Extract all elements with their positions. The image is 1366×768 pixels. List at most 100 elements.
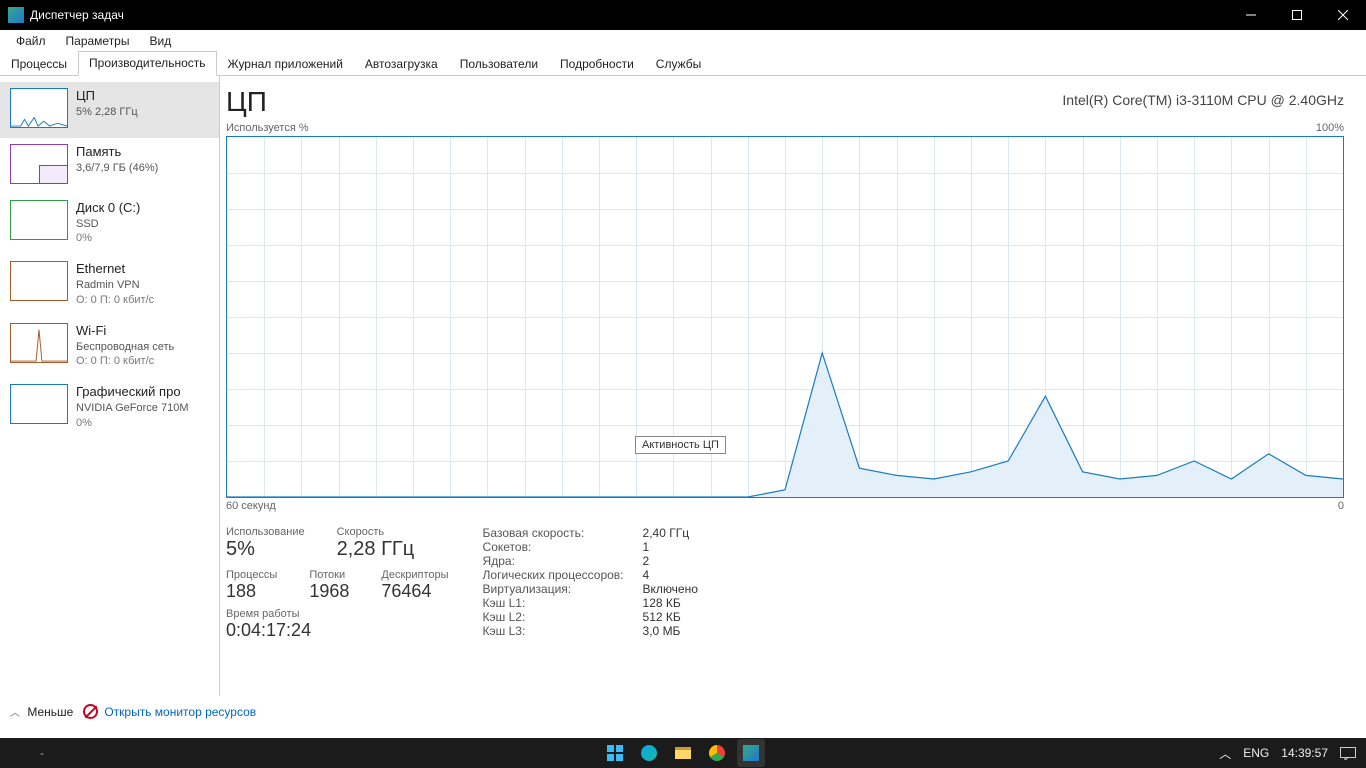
virtualization-value: Включено bbox=[643, 582, 698, 596]
sockets-label: Сокетов: bbox=[483, 540, 643, 554]
usage-value: 5% bbox=[226, 538, 305, 561]
sidebar-item-ethernet[interactable]: Ethernet Radmin VPN О: 0 П: 0 кбит/с bbox=[0, 255, 219, 316]
ethernet-thumb bbox=[10, 261, 68, 301]
sidebar-wifi-sub2: О: 0 П: 0 кбит/с bbox=[76, 354, 174, 368]
tab-users[interactable]: Пользователи bbox=[449, 52, 549, 76]
gpu-thumb bbox=[10, 384, 68, 424]
tray-chevron-icon[interactable]: ︿ bbox=[1219, 745, 1231, 762]
virtualization-label: Виртуализация: bbox=[483, 582, 643, 596]
uptime-value: 0:04:17:24 bbox=[226, 620, 449, 641]
fewer-details-label: Меньше bbox=[27, 705, 73, 719]
taskbar-left: - bbox=[40, 746, 44, 760]
close-button[interactable] bbox=[1320, 0, 1366, 30]
chart-bottom-right-label: 0 bbox=[1338, 500, 1344, 512]
menu-view[interactable]: Вид bbox=[139, 31, 181, 51]
tabsbar: Процессы Производительность Журнал прило… bbox=[0, 52, 1366, 76]
cpu-details: Базовая скорость:2,40 ГГц Сокетов:1 Ядра… bbox=[483, 526, 698, 641]
logical-processors-value: 4 bbox=[643, 568, 650, 582]
sidebar-item-cpu[interactable]: ЦП 5% 2,28 ГГц bbox=[0, 82, 219, 138]
close-icon bbox=[1338, 10, 1348, 20]
cpu-thumb bbox=[10, 88, 68, 128]
taskbar: - ︿ ENG 14:39:57 bbox=[0, 738, 1366, 768]
sidebar-disk-sub: SSD bbox=[76, 217, 140, 231]
sidebar-gpu-label: Графический про bbox=[76, 384, 189, 401]
sidebar-gpu-sub2: 0% bbox=[76, 416, 189, 430]
taskbar-edge[interactable] bbox=[635, 739, 663, 767]
sidebar-item-disk[interactable]: Диск 0 (C:) SSD 0% bbox=[0, 194, 219, 255]
logical-processors-label: Логических процессоров: bbox=[483, 568, 643, 582]
speed-value: 2,28 ГГц bbox=[337, 538, 415, 561]
tab-apphistory[interactable]: Журнал приложений bbox=[217, 52, 354, 76]
menu-options[interactable]: Параметры bbox=[56, 31, 140, 51]
cpu-chart[interactable] bbox=[226, 136, 1344, 498]
sidebar-item-memory[interactable]: Память 3,6/7,9 ГБ (46%) bbox=[0, 138, 219, 194]
page-title: ЦП bbox=[226, 86, 267, 118]
l3-value: 3,0 МБ bbox=[643, 624, 681, 638]
threads-value: 1968 bbox=[309, 581, 349, 602]
sidebar-disk-label: Диск 0 (C:) bbox=[76, 200, 140, 217]
windows-icon bbox=[607, 745, 623, 761]
processes-value: 188 bbox=[226, 581, 277, 602]
app-icon bbox=[8, 7, 24, 23]
notifications-icon[interactable] bbox=[1340, 747, 1356, 760]
chevron-up-icon: ︿ bbox=[10, 708, 20, 719]
sidebar-memory-label: Память bbox=[76, 144, 158, 161]
sidebar-disk-sub2: 0% bbox=[76, 231, 140, 245]
window-title: Диспетчер задач bbox=[30, 8, 124, 22]
l2-value: 512 КБ bbox=[643, 610, 681, 624]
sidebar-item-gpu[interactable]: Графический про NVIDIA GeForce 710M 0% bbox=[0, 378, 219, 439]
maximize-icon bbox=[1292, 10, 1302, 20]
sidebar-ethernet-sub2: О: 0 П: 0 кбит/с bbox=[76, 293, 154, 307]
tab-startup[interactable]: Автозагрузка bbox=[354, 52, 449, 76]
minimize-icon bbox=[1246, 10, 1256, 20]
chart-top-right-label: 100% bbox=[1316, 122, 1344, 134]
disk-thumb bbox=[10, 200, 68, 240]
handles-value: 76464 bbox=[381, 581, 448, 602]
sidebar-ethernet-sub: Radmin VPN bbox=[76, 278, 154, 292]
resmon-icon bbox=[83, 704, 98, 719]
l1-label: Кэш L1: bbox=[483, 596, 643, 610]
main-panel: ЦП Intel(R) Core(TM) i3-3110M CPU @ 2.40… bbox=[220, 76, 1366, 696]
chart-tooltip: Активность ЦП bbox=[635, 436, 726, 454]
l1-value: 128 КБ bbox=[643, 596, 681, 610]
chrome-icon bbox=[709, 745, 725, 761]
clock[interactable]: 14:39:57 bbox=[1281, 746, 1328, 760]
menu-file[interactable]: Файл bbox=[6, 31, 56, 51]
l2-label: Кэш L2: bbox=[483, 610, 643, 624]
chart-bottom-left-label: 60 секунд bbox=[226, 500, 276, 512]
tab-processes[interactable]: Процессы bbox=[0, 52, 78, 76]
speed-label: Скорость bbox=[337, 526, 415, 538]
sidebar-gpu-sub: NVIDIA GeForce 710M bbox=[76, 401, 189, 415]
sidebar-item-wifi[interactable]: Wi-Fi Беспроводная сеть О: 0 П: 0 кбит/с bbox=[0, 317, 219, 378]
open-resmon-link[interactable]: Открыть монитор ресурсов bbox=[83, 704, 256, 719]
usage-label: Использование bbox=[226, 526, 305, 538]
l3-label: Кэш L3: bbox=[483, 624, 643, 638]
start-button[interactable] bbox=[601, 739, 629, 767]
open-resmon-label: Открыть монитор ресурсов bbox=[104, 705, 256, 719]
memory-thumb bbox=[10, 144, 68, 184]
taskmgr-icon bbox=[743, 745, 759, 761]
tab-performance[interactable]: Производительность bbox=[78, 51, 216, 76]
titlebar: Диспетчер задач bbox=[0, 0, 1366, 30]
sockets-value: 1 bbox=[643, 540, 650, 554]
language-indicator[interactable]: ENG bbox=[1243, 746, 1269, 760]
menubar: Файл Параметры Вид bbox=[0, 30, 1366, 52]
cores-label: Ядра: bbox=[483, 554, 643, 568]
minimize-button[interactable] bbox=[1228, 0, 1274, 30]
taskbar-chrome[interactable] bbox=[703, 739, 731, 767]
taskbar-taskmgr[interactable] bbox=[737, 739, 765, 767]
tab-details[interactable]: Подробности bbox=[549, 52, 645, 76]
taskbar-explorer[interactable] bbox=[669, 739, 697, 767]
threads-label: Потоки bbox=[309, 569, 349, 581]
wifi-thumb bbox=[10, 323, 68, 363]
cpu-model: Intel(R) Core(TM) i3-3110M CPU @ 2.40GHz bbox=[1062, 92, 1344, 108]
cores-value: 2 bbox=[643, 554, 650, 568]
sidebar-cpu-sub: 5% 2,28 ГГц bbox=[76, 105, 138, 119]
edge-icon bbox=[641, 745, 657, 761]
sidebar-cpu-label: ЦП bbox=[76, 88, 138, 105]
maximize-button[interactable] bbox=[1274, 0, 1320, 30]
uptime-label: Время работы bbox=[226, 608, 449, 620]
fewer-details-button[interactable]: ︿ Меньше bbox=[10, 704, 73, 719]
tab-services[interactable]: Службы bbox=[645, 52, 712, 76]
base-speed-value: 2,40 ГГц bbox=[643, 526, 690, 540]
